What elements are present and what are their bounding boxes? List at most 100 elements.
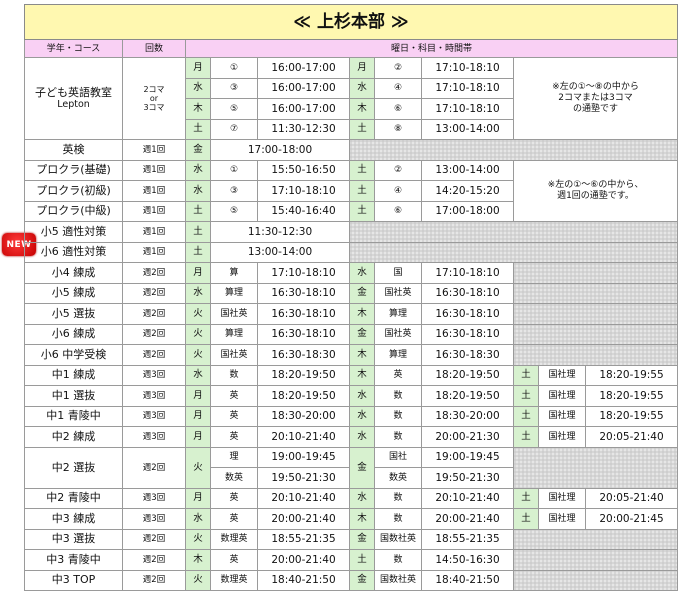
course-name: 小6 適性対策 <box>24 241 123 263</box>
time-cell: 18:20-19:55 <box>585 385 678 407</box>
day-cell: 水 <box>185 77 211 99</box>
course-frequency: 週2回 <box>122 282 186 304</box>
course-name-line: 子ども英語教室 <box>35 85 112 99</box>
time-cell: 18:40-21:50 <box>257 569 350 591</box>
slot-cell: 英 <box>210 385 258 407</box>
day-cell: 土 <box>513 405 539 427</box>
course-row: 小6 中学受検 週2回火国社英 16:30-18:30 木算理 16:30-18:30 <box>24 344 678 366</box>
day-cell: 木 <box>349 364 375 386</box>
schedule-table: ≪ 上杉本部 ≫ 学年・コース 回数 曜日・科目・時間帯 子ども英語教室 Lept… <box>24 4 678 591</box>
course-name: 中2 練成 <box>24 426 123 448</box>
time-cell: 13:00-14:00 <box>421 159 514 181</box>
day-cell: 土 <box>185 118 211 140</box>
header-course: 学年・コース <box>24 39 123 58</box>
course-frequency: 週3回 <box>122 426 186 448</box>
day-cell: 土 <box>349 159 375 181</box>
note-text: ※左の①～⑥の中から、 週1回の通塾です。 <box>513 159 678 222</box>
procra-row: プロクラ(基礎) 週1回水 ① 15:50-16:50 土 ② 13:00-14:00 ※左の… <box>24 159 678 222</box>
slot-cell: ① <box>210 57 258 79</box>
header-schedule: 曜日・科目・時間帯 <box>185 39 678 58</box>
time-cell: 18:40-21:50 <box>421 569 514 591</box>
empty-cell <box>349 221 678 243</box>
course-name: プロクラ(基礎) <box>24 159 123 181</box>
day-cell: 土 <box>513 508 539 530</box>
course-name: プロクラ(初級) <box>24 180 123 202</box>
slot-cell: 算理 <box>374 344 422 366</box>
frequency-line: 2コマ <box>143 85 165 94</box>
course-frequency: 週1回 <box>122 241 186 263</box>
course-frequency: 週2回 <box>122 323 186 345</box>
slot-cell: 数 <box>374 405 422 427</box>
course-name-line: Lepton <box>57 98 90 110</box>
time-cell: 17:00-18:00 <box>421 200 514 222</box>
time-cell: 17:00-18:00 <box>210 139 350 161</box>
day-cell: 月 <box>185 57 211 79</box>
empty-cell <box>513 303 678 325</box>
slot-cell: 算理 <box>210 282 258 304</box>
day-cell: 土 <box>185 200 211 222</box>
slot-cell: 算 <box>210 262 258 284</box>
day-cell: 土 <box>513 385 539 407</box>
course-name: 中3 青陵中 <box>24 549 123 571</box>
time-cell: 13:00-14:00 <box>210 241 350 263</box>
day-cell: 木 <box>349 303 375 325</box>
course-frequency: 週2回 <box>122 344 186 366</box>
time-cell: 17:10-18:10 <box>421 98 514 120</box>
slot-cell: 国社英 <box>374 282 422 304</box>
time-cell: 20:05-21:40 <box>585 426 678 448</box>
time-cell: 16:30-18:30 <box>421 344 514 366</box>
day-cell: 月 <box>185 487 211 509</box>
course-frequency: 週2回 <box>122 303 186 325</box>
course-name: 中1 練成 <box>24 364 123 386</box>
time-cell: 16:30-18:10 <box>421 282 514 304</box>
time-cell: 18:55-21:35 <box>257 528 350 550</box>
day-cell: 月 <box>185 385 211 407</box>
course-frequency: 週3回 <box>122 508 186 530</box>
course-frequency: 週1回 <box>122 200 186 222</box>
course-frequency: 週1回 <box>122 221 186 243</box>
course-frequency: 週2回 <box>122 528 186 550</box>
frequency-line: 3コマ <box>143 103 165 112</box>
course-frequency: 週1回 <box>122 139 186 161</box>
course-name: 中3 練成 <box>24 508 123 530</box>
slot-cell: 数 <box>374 385 422 407</box>
empty-cell <box>513 528 678 550</box>
time-cell: 20:05-21:40 <box>585 487 678 509</box>
course-row: 小5 選抜 週2回火国社英 16:30-18:10 木算理 16:30-18:10 <box>24 303 678 325</box>
course-row: 中2 練成 週3回月英 20:10-21:40 水数 20:00-21:30 土国社理 20… <box>24 426 678 448</box>
day-cell: 火 <box>185 528 211 550</box>
slot-cell: 数理英 <box>210 569 258 591</box>
slot-cell: 英 <box>210 508 258 530</box>
slot-cell: 国社理 <box>538 364 586 386</box>
time-cell: 11:30-12:30 <box>210 221 350 243</box>
course-name: 中1 選抜 <box>24 385 123 407</box>
time-cell: 20:10-21:40 <box>257 487 350 509</box>
frequency-line: or <box>149 94 159 103</box>
course-name: 中2 選抜 <box>24 446 123 489</box>
course-row: 中1 青陵中 週3回月英 18:30-20:00 水数 18:30-20:00 土国社理 1… <box>24 405 678 427</box>
slot-cell: 国社理 <box>538 487 586 509</box>
slot-cell: 英 <box>374 364 422 386</box>
slot-cell: 国 <box>374 262 422 284</box>
slot-cell: 数英 <box>210 467 258 489</box>
time-cell: 16:30-18:10 <box>257 282 350 304</box>
time-cell: 16:00-17:00 <box>257 77 350 99</box>
time-cell: 19:50-21:30 <box>421 467 514 489</box>
day-cell: 金 <box>185 139 211 161</box>
course-row: 中3 練成 週3回水英 20:00-21:40 木数 20:00-21:40 土国社理 20… <box>24 508 678 530</box>
empty-cell <box>513 446 678 489</box>
course-name: プロクラ(中級) <box>24 200 123 222</box>
day-cell: 木 <box>349 508 375 530</box>
time-cell: 19:50-21:30 <box>257 467 350 489</box>
slot-cell: 英 <box>210 549 258 571</box>
day-cell: 土 <box>513 487 539 509</box>
day-cell: 水 <box>185 159 211 181</box>
course-name: 小4 練成 <box>24 262 123 284</box>
course-row: 中3 青陵中 週2回木英 20:00-21:40 土数 14:50-16:30 <box>24 549 678 571</box>
slot-cell: 数 <box>374 487 422 509</box>
slot-cell: 数 <box>374 549 422 571</box>
time-cell: 19:00-19:45 <box>421 446 514 468</box>
course-row: 中2 選抜 週2回火理 19:00-19:45 金国社 19:00-19:45 <box>24 446 678 489</box>
slot-cell: 数 <box>374 508 422 530</box>
slot-cell: ③ <box>210 180 258 202</box>
